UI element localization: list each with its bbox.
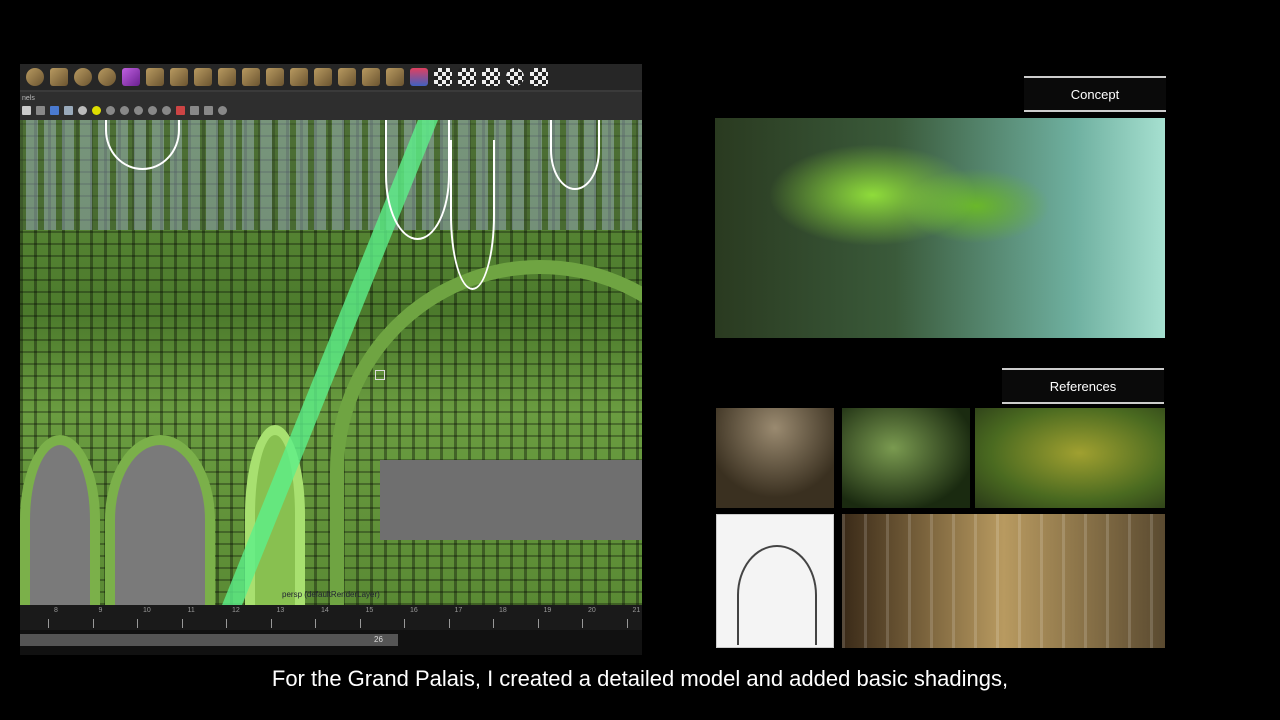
cube-tool-icon[interactable]: [122, 68, 140, 86]
shelf-tool-icon[interactable]: [146, 68, 164, 86]
timeline-frame-label: 14: [321, 607, 329, 614]
timeline-tick: [404, 619, 405, 628]
shelf-tool-icon[interactable]: [26, 68, 44, 86]
reference-dome-photo: [716, 408, 834, 508]
timeline-frame-label: 15: [365, 607, 374, 614]
3d-viewport[interactable]: persp (defaultRenderLayer): [20, 120, 642, 605]
arch: [20, 435, 100, 605]
timeline-frame-label: 19: [543, 607, 552, 614]
shadow-icon[interactable]: [106, 106, 115, 115]
arch-sketch: [737, 545, 817, 645]
checker-uv-icon[interactable]: [506, 68, 524, 86]
share-icon[interactable]: [218, 106, 227, 115]
main-arch: [330, 260, 642, 605]
timeline-frame-label: 21: [632, 607, 641, 614]
checker-uv-icon[interactable]: [482, 68, 500, 86]
timeline-tick: [626, 619, 628, 628]
panels-menu[interactable]: nels: [22, 95, 35, 102]
wall: [380, 460, 642, 540]
lights-icon[interactable]: [78, 106, 87, 115]
shelf-toolbar: [20, 64, 642, 92]
panel-toolbar: nels: [20, 92, 642, 120]
reference-tree-image: [975, 408, 1165, 508]
timeline-frame-label: 10: [143, 607, 151, 614]
sphere-icon[interactable]: [120, 106, 129, 115]
shelf-tool-icon[interactable]: [74, 68, 92, 86]
timeline-frame-label: 18: [499, 607, 507, 614]
cone-tool-icon[interactable]: [410, 68, 428, 86]
arch: [105, 435, 215, 605]
timeline-frame-label: 12: [232, 607, 240, 614]
sphere-icon[interactable]: [148, 106, 157, 115]
shelf-tool-icon[interactable]: [338, 68, 356, 86]
viewport-camera-label: persp (defaultRenderLayer): [282, 590, 380, 599]
isolate-icon[interactable]: [190, 106, 199, 115]
maya-window: nels persp (defaultRenderLayer) 8 9 10 1…: [20, 64, 642, 655]
shelf-tool-icon[interactable]: [266, 68, 284, 86]
timeline-frame-label: 20: [588, 607, 596, 614]
timeline-tick: [582, 619, 583, 628]
sphere-icon[interactable]: [134, 106, 143, 115]
timeline-frame-label: 17: [454, 607, 463, 614]
concept-label: Concept: [1070, 86, 1120, 102]
shelf-tool-icon[interactable]: [50, 68, 68, 86]
shelf-tool-icon[interactable]: [362, 68, 380, 86]
shelf-tool-icon[interactable]: [314, 68, 332, 86]
timeline-tick: [270, 619, 272, 628]
range-slider-handle[interactable]: [20, 634, 398, 646]
shelf-tool-icon[interactable]: [194, 68, 212, 86]
textured-icon[interactable]: [64, 106, 73, 115]
wireframe-icon[interactable]: [36, 106, 45, 115]
camera-icon[interactable]: [22, 106, 31, 115]
timeline-tick: [315, 619, 316, 628]
light-icon[interactable]: [92, 106, 101, 115]
reference-arch-drawing: [716, 514, 834, 648]
timeline-tick: [181, 619, 183, 628]
timeline-frame-label: 11: [187, 607, 195, 614]
references-header: References: [1002, 368, 1164, 404]
shelf-tool-icon[interactable]: [218, 68, 236, 86]
timeline-tick: [493, 619, 494, 628]
select-icon[interactable]: [176, 106, 185, 115]
timeline-frame-label: 13: [276, 607, 285, 614]
concept-art-image: [715, 118, 1165, 338]
timeline-tick: [48, 619, 49, 628]
time-slider[interactable]: 8 9 10 11 12 13 14 15 16 17 18 19 20 21: [20, 605, 642, 630]
range-end-value: 26: [374, 635, 383, 644]
timeline-tick: [448, 619, 450, 628]
move-manipulator-icon[interactable]: [375, 370, 385, 380]
shaded-icon[interactable]: [50, 106, 59, 115]
reference-waterfall-image: [842, 514, 1165, 648]
timeline-tick: [359, 619, 361, 628]
sphere-icon[interactable]: [162, 106, 171, 115]
timeline-frame-label: 9: [98, 607, 103, 614]
range-slider[interactable]: 26: [20, 630, 642, 655]
timeline-tick: [226, 619, 227, 628]
shelf-tool-icon[interactable]: [170, 68, 188, 86]
reference-jungle-image: [842, 408, 970, 508]
checker-uv-icon[interactable]: [530, 68, 548, 86]
subtitle: For the Grand Palais, I created a detail…: [271, 666, 1009, 691]
concept-header: Concept: [1024, 76, 1166, 112]
shelf-tool-icon[interactable]: [98, 68, 116, 86]
timeline-tick: [537, 619, 539, 628]
frame-icon[interactable]: [204, 106, 213, 115]
references-label: References: [1049, 378, 1117, 394]
shelf-tool-icon[interactable]: [290, 68, 308, 86]
cable: [450, 140, 495, 290]
checker-uv-icon[interactable]: [458, 68, 476, 86]
timeline-tick: [137, 619, 138, 628]
checker-uv-icon[interactable]: [434, 68, 452, 86]
timeline-tick: [92, 619, 94, 628]
timeline-frame-label: 8: [54, 607, 58, 614]
shelf-tool-icon[interactable]: [242, 68, 260, 86]
shelf-tool-icon[interactable]: [386, 68, 404, 86]
timeline-frame-label: 16: [410, 607, 418, 614]
